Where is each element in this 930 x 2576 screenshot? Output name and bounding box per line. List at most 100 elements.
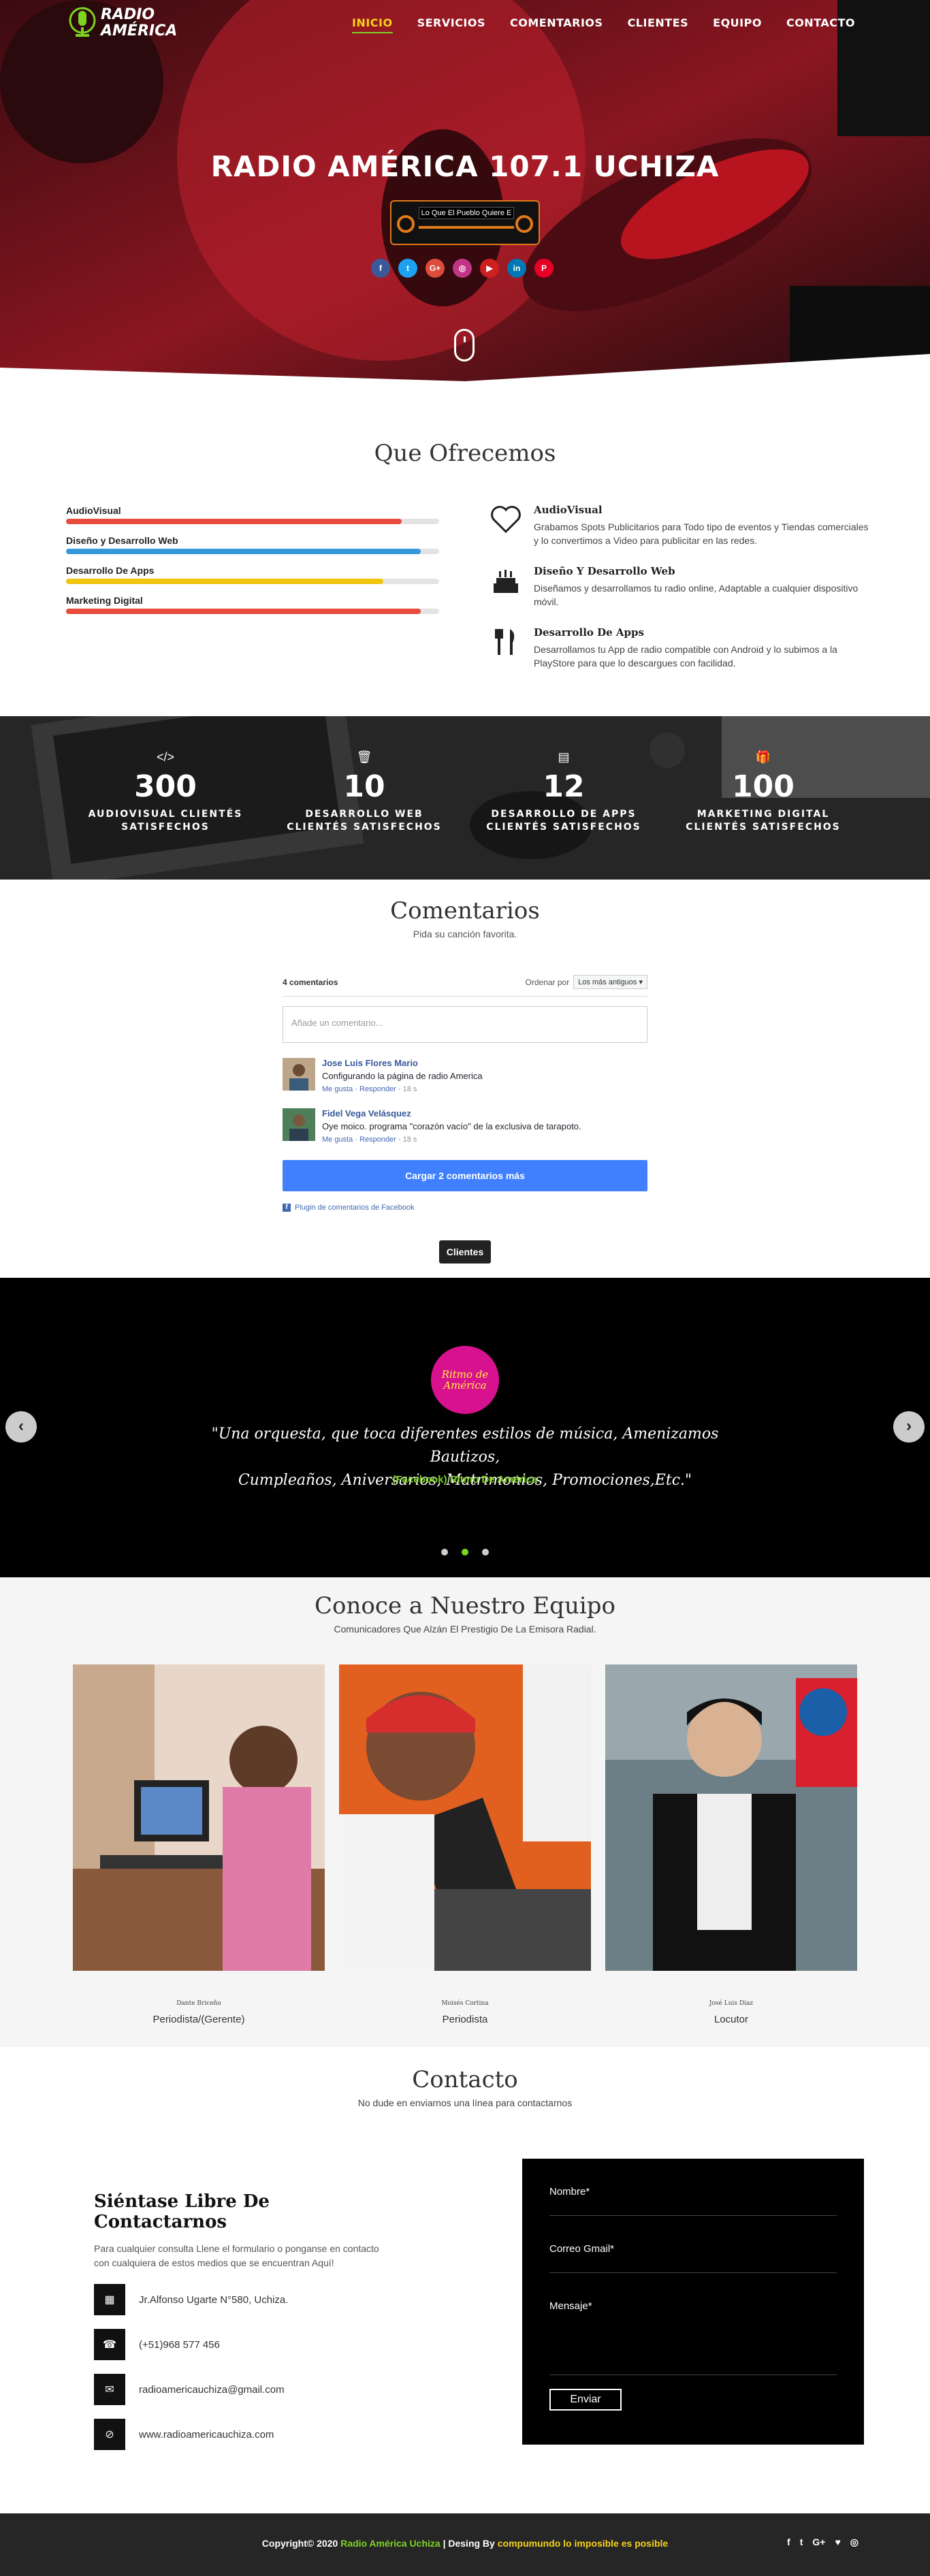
radio-player[interactable]: Lo Que El Pueblo Quiere E (390, 200, 540, 245)
footer: Copyright© 2020 Radio América Uchiza | D… (0, 2513, 930, 2576)
service-web: Diseño Y Desarrollo Web Diseñamos y desar… (490, 565, 871, 609)
heart-icon (490, 504, 522, 535)
twitter-icon[interactable]: t (800, 2537, 803, 2548)
contact-info: Siéntase Libre De Contactarnos Para cual… (94, 2191, 380, 2450)
skill-fill (66, 579, 383, 584)
carousel-dots (441, 1549, 489, 1556)
speaker-right-icon (515, 215, 533, 233)
cake-icon (490, 565, 522, 596)
nav-servicios[interactable]: SERVICIOS (417, 16, 485, 33)
comments-section: Comentarios Pida su canción favorita. 4 … (0, 880, 930, 1278)
nav-inicio[interactable]: INICIO (351, 16, 393, 33)
skill-label: Desarrollo De Apps (66, 565, 155, 576)
skill-fill (66, 609, 421, 614)
address-text: Jr.Alfonso Ugarte N°580, Uchiza. (139, 2293, 289, 2306)
globe-icon: ⊘ (94, 2419, 125, 2450)
carousel-next-button[interactable]: › (893, 1411, 925, 1443)
email-text[interactable]: radioamericauchiza@gmail.com (139, 2384, 285, 2396)
facebook-plugin-link[interactable]: f Plugin de comentarios de Facebook (283, 1204, 647, 1212)
hero-title: RADIO AMÉRICA 107.1 UCHIZA (210, 150, 720, 183)
nav-clientes[interactable]: CLIENTES (628, 16, 689, 33)
skill-web: Diseño y Desarrollo Web (66, 535, 439, 554)
email-field[interactable]: Correo Gmail* (549, 2243, 837, 2273)
member-role: Periodista/(Gerente) (153, 2014, 245, 2025)
comment-actions: Me gusta · Responder · 18 s (322, 1085, 417, 1093)
service-title: AudioVisual (534, 504, 603, 516)
stat-label-line1: MARKETING DIGITAL (696, 809, 830, 820)
clients-button[interactable]: Clientes (439, 1240, 491, 1263)
testimonial-logo: Ritmo de América (431, 1346, 499, 1414)
stat-label-line1: AUDIOVISUAL CLIENTÉS (88, 809, 243, 820)
player-marquee: Lo Que El Pueblo Quiere E (419, 207, 514, 219)
navbar: RADIO AMÉRICA INICIO SERVICIOS COMENTARI… (0, 0, 930, 46)
carousel-dot[interactable] (482, 1549, 489, 1556)
service-apps: Desarrollo De Apps Desarrollamos tu App d… (490, 626, 871, 670)
speaker-left-icon (397, 215, 415, 233)
skill-apps: Desarrollo De Apps (66, 565, 439, 584)
main-menu: INICIO SERVICIOS COMENTARIOS CLIENTES EQ… (351, 16, 855, 33)
like-link[interactable]: Me gusta (322, 1085, 353, 1093)
load-more-button[interactable]: Cargar 2 comentarios más (283, 1160, 647, 1191)
service-title: Desarrollo De Apps (534, 626, 644, 639)
message-field[interactable]: Mensaje* (549, 2300, 837, 2375)
skill-track (66, 579, 439, 584)
team-member: José Luis Diaz Locutor (605, 1664, 857, 2025)
member-photo (339, 1664, 591, 1971)
member-role: Locutor (713, 2014, 749, 2025)
like-link[interactable]: Me gusta (322, 1136, 353, 1144)
twitter-icon[interactable]: t (398, 259, 417, 278)
reply-link[interactable]: Responder (359, 1136, 396, 1144)
skills-list: AudioVisual Diseño y Desarrollo Web Desa… (66, 505, 439, 625)
logo[interactable]: RADIO AMÉRICA (68, 7, 177, 39)
stat-label-line2: CLIENTÉS SATISFECHOS (486, 822, 641, 833)
stat-number: 10 (343, 769, 385, 804)
name-field[interactable]: Nombre* (549, 2186, 837, 2216)
scroll-down-mouse-icon[interactable] (454, 329, 475, 361)
services-section: Que Ofrecemos AudioVisual Diseño y Desar… (0, 408, 930, 716)
linkedin-icon[interactable]: in (507, 259, 526, 278)
comment-author[interactable]: Jose Luis Flores Mario (322, 1058, 483, 1068)
contact-web: ⊘ www.radioamericauchiza.com (94, 2419, 380, 2450)
nav-comentarios[interactable]: COMENTARIOS (510, 16, 603, 33)
send-button[interactable]: Enviar (549, 2389, 622, 2411)
web-text[interactable]: www.radioamericauchiza.com (139, 2429, 274, 2441)
hero-section: RADIO AMÉRICA INICIO SERVICIOS COMENTARI… (0, 0, 930, 408)
google-plus-icon[interactable]: G+ (812, 2537, 825, 2548)
service-text: Grabamos Spots Publicitarios para Todo t… (534, 521, 869, 546)
site-link[interactable]: Radio América Uchiza (340, 2538, 440, 2549)
contact-section: Contacto No dude en enviarnos una línea … (0, 2047, 930, 2513)
comments-header: 4 comentarios Ordenar por Los más antigu… (283, 975, 647, 997)
author-link[interactable]: compumundo lo imposible es posible (498, 2538, 668, 2549)
sort-select[interactable]: Los más antiguos ▾ (573, 975, 647, 989)
player-progress[interactable] (419, 226, 514, 229)
skill-label: Diseño y Desarrollo Web (66, 535, 178, 546)
phone-text[interactable]: (+51)968 577 456 (139, 2339, 220, 2351)
facebook-icon[interactable]: f (371, 259, 390, 278)
carousel-prev-button[interactable]: ‹ (5, 1411, 37, 1443)
nav-equipo[interactable]: EQUIPO (713, 16, 762, 33)
youtube-icon[interactable]: ▶ (480, 259, 499, 278)
carousel-dot[interactable] (441, 1549, 448, 1556)
book-icon: ▤ (558, 750, 570, 764)
testimonial-source[interactable]: (Facebook) Ritmo De América (0, 1474, 930, 1485)
copyright-text: Copyright© 2020 (261, 2538, 338, 2549)
instagram-icon[interactable]: ◎ (453, 259, 472, 278)
carousel-dot-active[interactable] (462, 1549, 468, 1556)
service-text: Desarrollamos tu App de radio compatible… (534, 644, 837, 669)
nav-contacto[interactable]: CONTACTO (786, 16, 855, 33)
heart-icon[interactable]: ♥ (835, 2537, 840, 2548)
avatar[interactable] (283, 1058, 315, 1091)
google-plus-icon[interactable]: G+ (426, 259, 445, 278)
instagram-icon[interactable]: ◎ (850, 2537, 859, 2548)
logo-microphone-icon (69, 7, 96, 37)
contact-email: ✉ radioamericauchiza@gmail.com (94, 2374, 380, 2405)
stat-label: MARKETING DIGITAL CLIENTÉS SATISFECHOS (668, 808, 859, 834)
avatar[interactable] (283, 1108, 315, 1141)
pinterest-icon[interactable]: P (534, 259, 554, 278)
skill-track (66, 549, 439, 554)
reply-link[interactable]: Responder (359, 1085, 396, 1093)
add-comment-input[interactable]: Añade un comentario... (283, 1006, 647, 1043)
facebook-icon[interactable]: f (787, 2537, 790, 2548)
comment-author[interactable]: Fidel Vega Velásquez (322, 1108, 581, 1118)
map-icon: ▦ (94, 2284, 125, 2315)
